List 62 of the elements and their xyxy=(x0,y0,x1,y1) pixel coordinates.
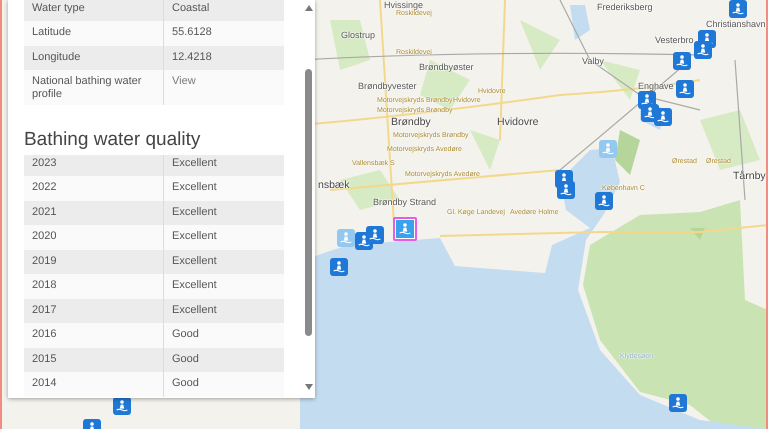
bathing-site-marker[interactable] xyxy=(654,108,672,126)
quality-cell-text: Excellent xyxy=(171,302,218,318)
bathing-site-marker[interactable] xyxy=(729,0,747,18)
bathing-site-marker[interactable] xyxy=(557,181,575,199)
swimmer-icon xyxy=(558,182,574,198)
bathing-site-marker[interactable] xyxy=(113,397,131,415)
map-label: Brøndby Strand xyxy=(373,198,436,207)
swimmer-icon xyxy=(674,53,690,69)
swimmer-icon xyxy=(338,230,354,246)
swimmer-icon xyxy=(367,227,383,243)
bathing-site-marker[interactable] xyxy=(673,52,691,70)
map-label: Frederiksberg xyxy=(597,3,653,12)
swimmer-icon xyxy=(397,221,413,237)
bathing-site-marker[interactable] xyxy=(595,192,613,210)
quality-cell-text: Excellent xyxy=(171,180,218,195)
attribute-value: Coastal xyxy=(171,1,210,16)
map-label: Tårnby xyxy=(733,171,766,182)
map-label: Hvidovre xyxy=(497,117,538,128)
swimmer-icon xyxy=(600,141,616,157)
swimmer-icon xyxy=(695,42,711,58)
bathing-site-marker[interactable] xyxy=(694,41,712,59)
scroll-up-arrow[interactable] xyxy=(305,5,313,11)
quality-cell-text: Good xyxy=(171,352,200,366)
attribute-value: 12.4218 xyxy=(171,50,213,64)
quality-cell-text: Excellent xyxy=(171,254,218,268)
quality-cell-text: Excellent xyxy=(171,229,218,244)
bathing-site-marker[interactable] xyxy=(393,217,417,241)
map-label: nsbæk xyxy=(318,180,350,190)
map-label: Brøndby xyxy=(391,117,431,128)
profile-link[interactable]: View xyxy=(164,70,284,92)
bathing-site-marker[interactable] xyxy=(669,394,687,412)
swimmer-icon xyxy=(677,81,693,97)
map-label: Christianshavn xyxy=(706,20,766,29)
swimmer-icon xyxy=(331,259,347,275)
attribute-label: National bathing water profile xyxy=(24,70,164,105)
swimmer-icon xyxy=(356,233,372,249)
map-label: Glostrup xyxy=(341,31,376,40)
map-label: Valby xyxy=(582,57,604,66)
attribute-value: 55.6128 xyxy=(171,25,213,40)
section-title: Bathing water quality xyxy=(24,128,202,152)
scroll-down-arrow[interactable] xyxy=(305,384,313,390)
swimmer-icon xyxy=(670,395,686,411)
quality-cell-text: Excellent xyxy=(171,278,218,293)
bathing-site-marker[interactable] xyxy=(366,226,384,244)
quality-cell-text: Excellent xyxy=(171,204,218,220)
scrollbar-thumb[interactable] xyxy=(305,69,312,336)
swimmer-icon xyxy=(730,1,746,17)
quality-cell-text: Good xyxy=(171,327,200,342)
bathing-site-marker[interactable] xyxy=(599,140,617,158)
bathing-site-marker[interactable] xyxy=(330,258,348,276)
map-label: Enghave xyxy=(638,82,674,91)
map-label: Brøndbyøster xyxy=(419,63,474,72)
quality-cell-text: Good xyxy=(171,376,200,391)
swimmer-icon xyxy=(596,193,612,209)
map-label: Hvissinge xyxy=(384,1,424,10)
swimmer-icon xyxy=(655,109,671,125)
year-cell: 2014 xyxy=(24,372,164,396)
swimmer-icon xyxy=(114,398,130,414)
bathing-site-marker[interactable] xyxy=(337,229,355,247)
map-label: Vesterbro xyxy=(655,36,694,45)
bathing-site-marker[interactable] xyxy=(676,80,694,98)
quality-cell-text: Excellent xyxy=(171,156,218,171)
